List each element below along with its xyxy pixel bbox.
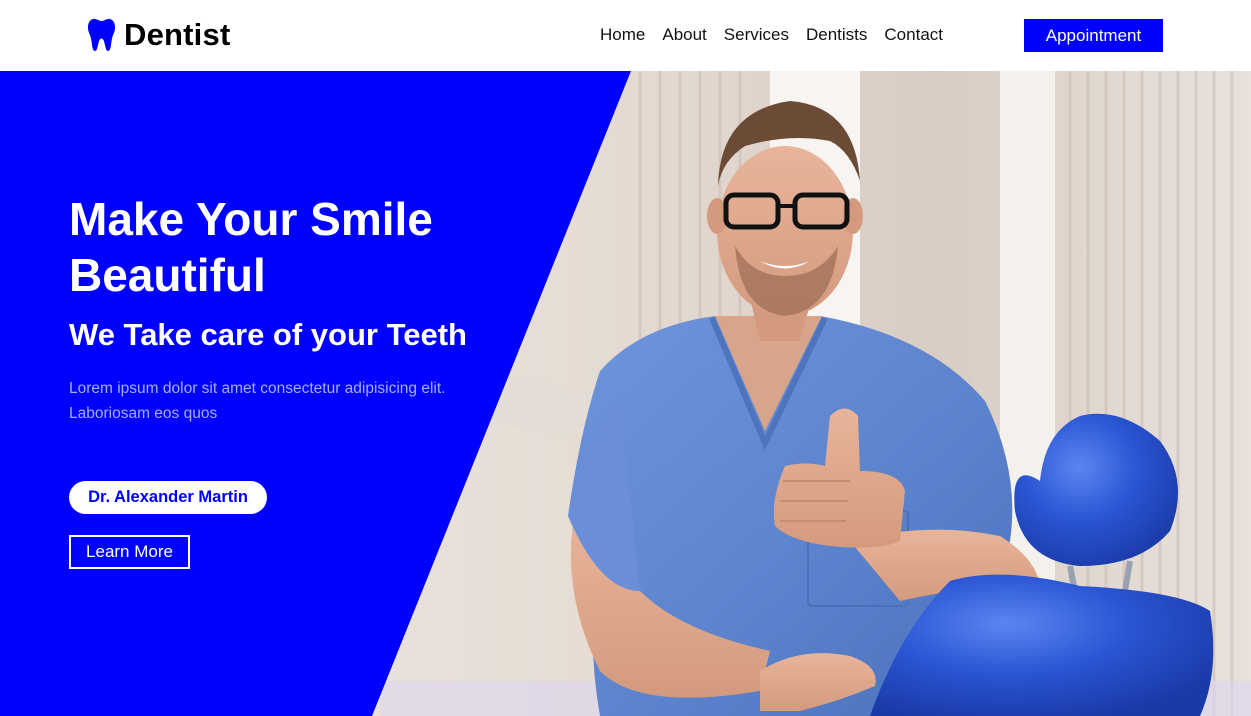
- appointment-button[interactable]: Appointment: [1024, 19, 1163, 52]
- site-header: Dentist Home About Services Dentists Con…: [0, 0, 1251, 71]
- learn-more-button[interactable]: Learn More: [69, 535, 190, 569]
- doctor-name-button[interactable]: Dr. Alexander Martin: [69, 481, 267, 514]
- hero-title: Make Your Smile Beautiful: [69, 193, 433, 301]
- hero-section: Make Your Smile Beautiful We Take care o…: [0, 71, 1251, 716]
- nav-item-about[interactable]: About: [662, 24, 706, 46]
- nav-item-home[interactable]: Home: [600, 24, 645, 46]
- brand-logo[interactable]: Dentist: [87, 16, 230, 54]
- nav-item-contact[interactable]: Contact: [884, 24, 943, 46]
- main-nav: Home About Services Dentists Contact: [600, 24, 960, 46]
- tooth-icon: [87, 18, 116, 51]
- hero-description: Lorem ipsum dolor sit amet consectetur a…: [69, 380, 446, 422]
- brand-name: Dentist: [124, 17, 231, 52]
- nav-item-dentists[interactable]: Dentists: [806, 24, 867, 46]
- nav-item-services[interactable]: Services: [724, 24, 789, 46]
- hero-subtitle: We Take care of your Teeth: [69, 317, 467, 352]
